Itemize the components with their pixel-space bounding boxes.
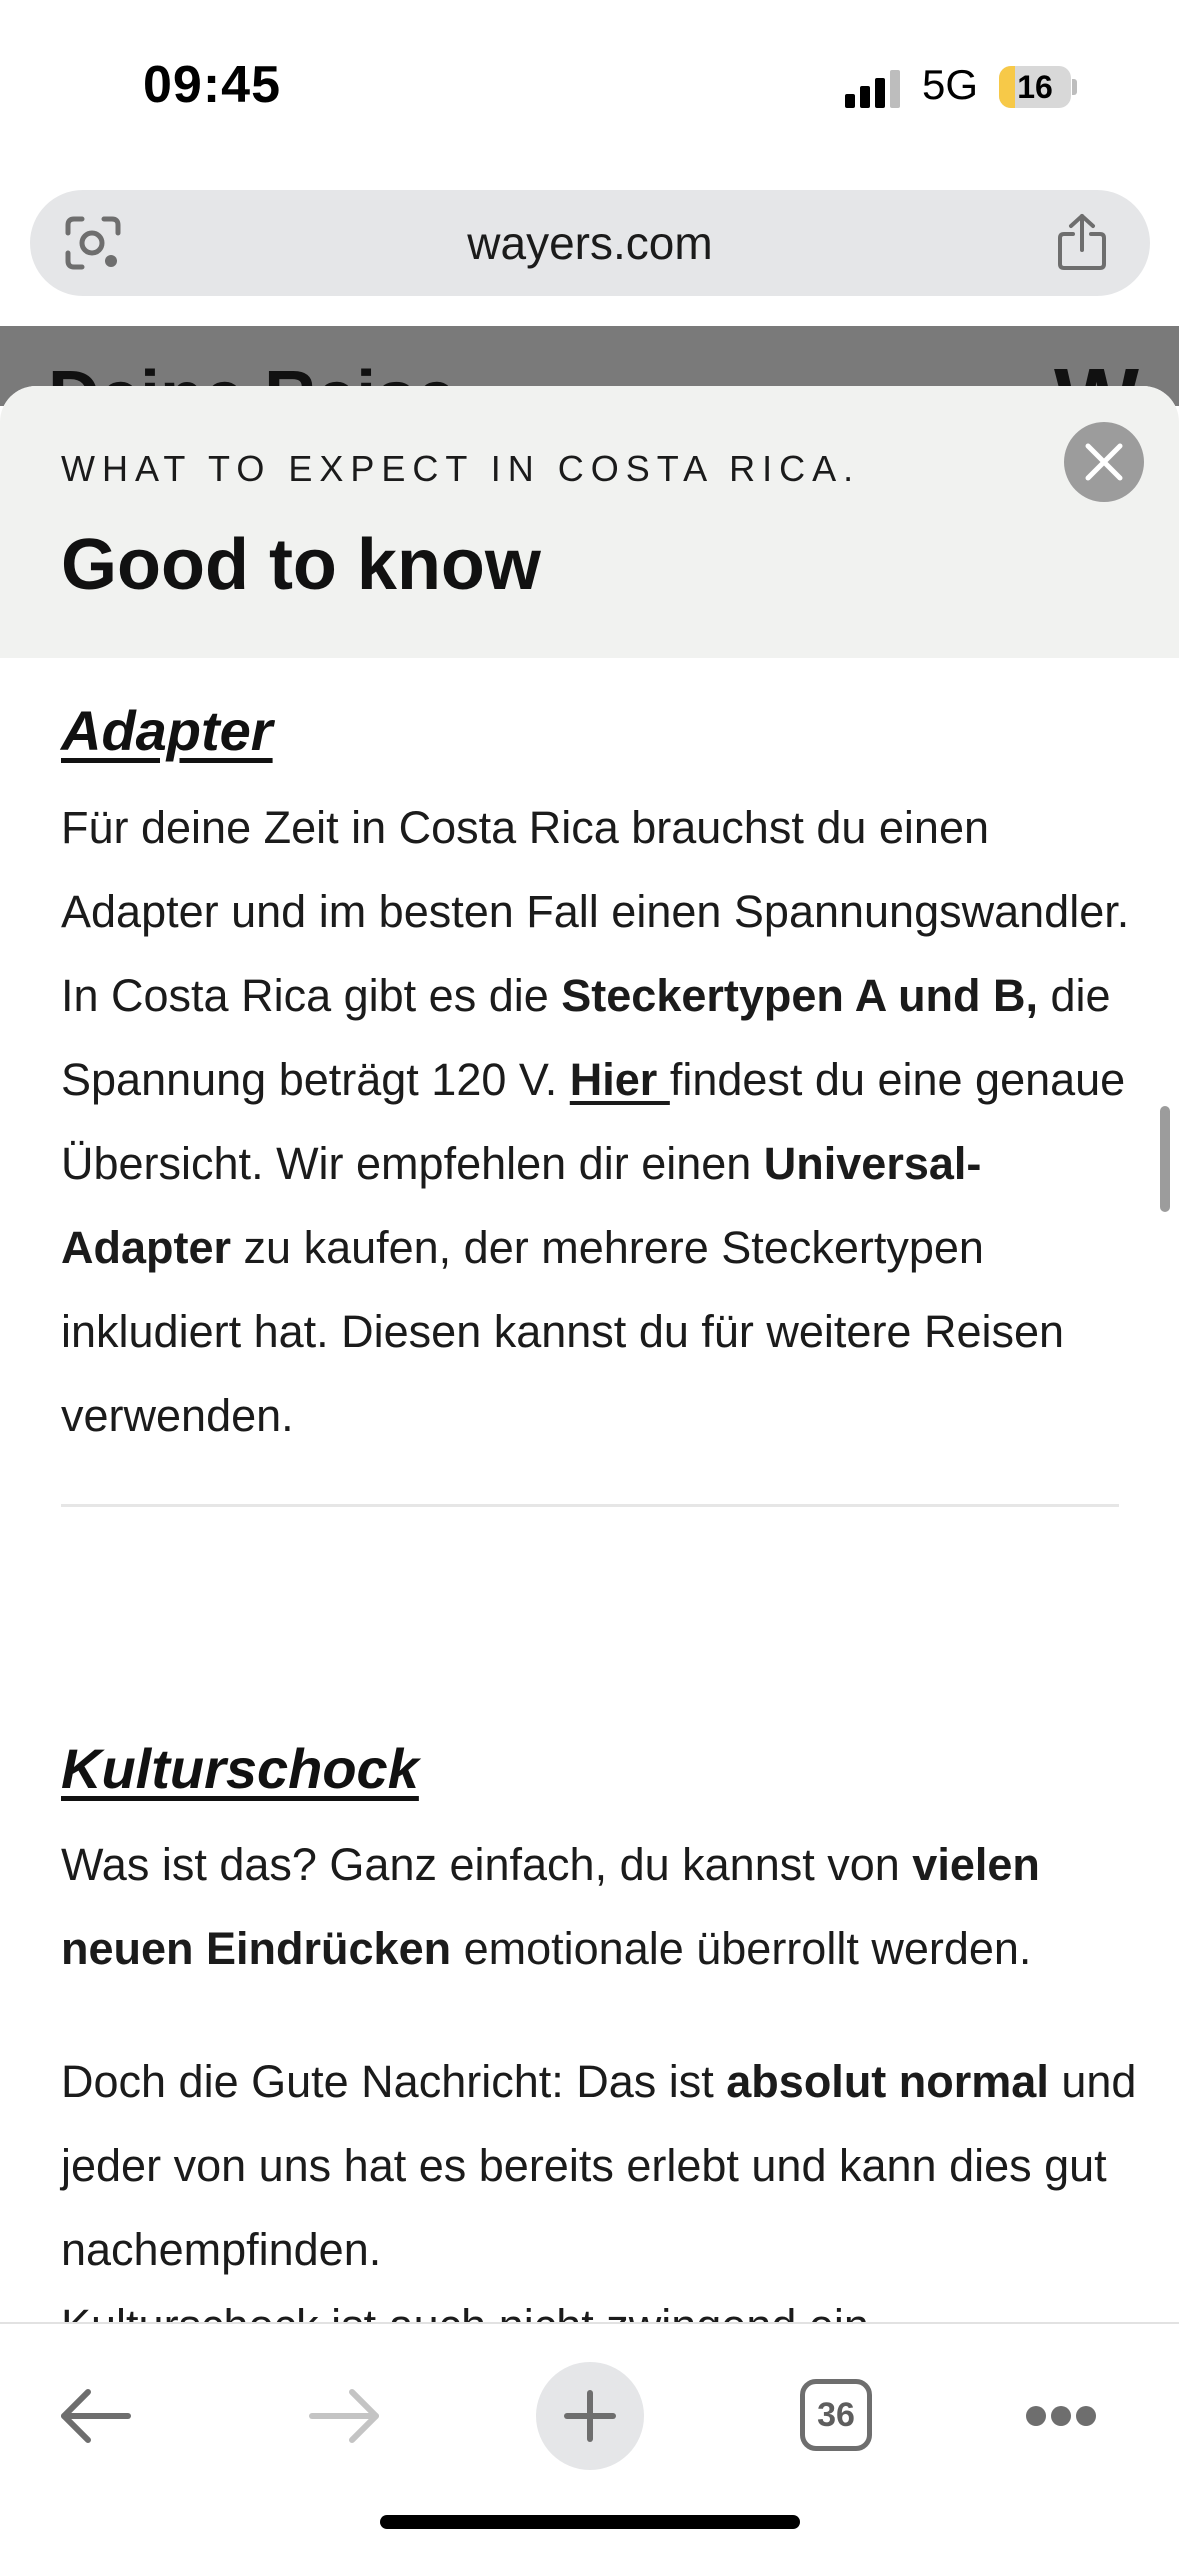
home-indicator	[380, 2515, 800, 2529]
adapter-paragraph: Für deine Zeit in Costa Rica brauchst du…	[61, 786, 1141, 1458]
bold-plug-types: Steckertypen A und B,	[561, 970, 1039, 1021]
battery-level-text: 16	[1017, 69, 1053, 105]
sheet-eyebrow: WHAT TO EXPECT IN COSTA RICA.	[61, 448, 861, 489]
forward-arrow-icon[interactable]	[306, 2386, 382, 2446]
good-to-know-sheet: WHAT TO EXPECT IN COSTA RICA. Good to kn…	[0, 386, 1179, 2324]
new-tab-button[interactable]	[536, 2362, 644, 2470]
url-text[interactable]: wayers.com	[30, 190, 1150, 296]
close-icon	[1085, 443, 1123, 481]
kulturschock-paragraph-2: Doch die Gute Nachricht: Das ist absolut…	[61, 2040, 1141, 2292]
signal-icon	[845, 70, 901, 108]
address-bar[interactable]: wayers.com	[30, 190, 1150, 296]
overview-link[interactable]: Hier	[570, 1054, 670, 1105]
more-icon[interactable]	[1026, 2406, 1096, 2426]
back-arrow-icon[interactable]	[58, 2386, 134, 2446]
battery-icon: 16	[999, 66, 1077, 108]
kulturschock-paragraph-1: Was ist das? Ganz einfach, du kannst von…	[61, 1823, 1141, 1991]
section-title-kulturschock: Kulturschock	[61, 1737, 419, 1800]
section-divider	[61, 1504, 1119, 1507]
tabs-button[interactable]: 36	[800, 2379, 872, 2451]
plus-icon	[564, 2390, 616, 2442]
text-run: Was ist das? Ganz einfach, du kannst von	[61, 1839, 913, 1890]
close-button[interactable]	[1064, 422, 1144, 502]
section-title-adapter: Adapter	[61, 699, 273, 762]
cutoff-text: Kulturschock ist auch nicht zwingend ein	[61, 2300, 869, 2324]
text-run: Doch die Gute Nachricht: Das ist	[61, 2056, 727, 2107]
sheet-title: Good to know	[61, 525, 541, 605]
text-run: emotionale überrollt werden.	[451, 1923, 1032, 1974]
status-time: 09:45	[143, 56, 281, 114]
share-icon[interactable]	[1056, 212, 1108, 272]
visual-search-icon[interactable]	[64, 215, 122, 271]
network-label: 5G	[922, 61, 979, 108]
bold-absolutely-normal: absolut normal	[726, 2056, 1049, 2107]
sheet-header: WHAT TO EXPECT IN COSTA RICA. Good to kn…	[0, 386, 1179, 658]
scroll-indicator[interactable]	[1160, 1106, 1170, 1212]
status-bar: 09:45 5G 16	[0, 0, 1179, 170]
